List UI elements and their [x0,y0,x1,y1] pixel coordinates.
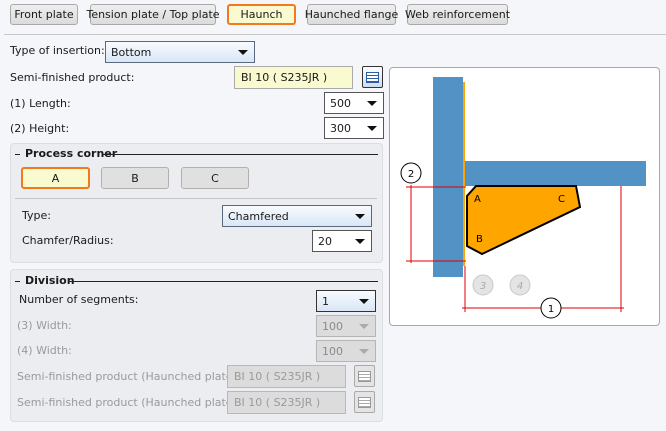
dim2-label: 2 [408,169,414,180]
dim4-label: 4 [517,281,523,292]
corner-c-mark: C [558,194,565,205]
dim3-label: 3 [480,281,486,292]
haunch-diagram: A C B 2 1 3 4 [400,77,646,319]
dim1-label: 1 [548,304,554,315]
corner-b-mark: B [476,234,483,245]
beam-shape [465,161,646,186]
corner-a-mark: A [474,194,481,205]
column-shape [433,77,463,277]
